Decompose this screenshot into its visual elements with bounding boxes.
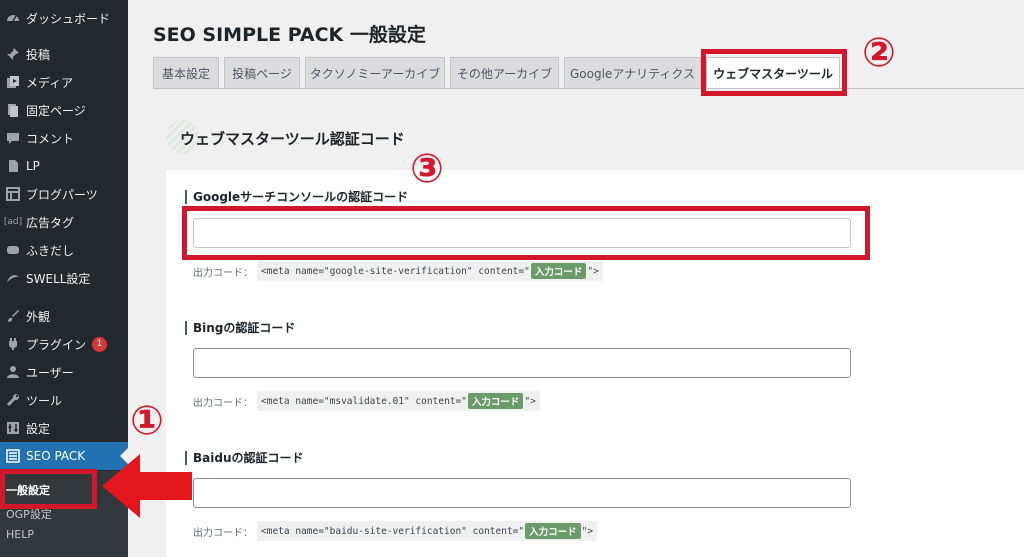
main-content: SEO SIMPLE PACK 一般設定 基本設定 投稿ページ タクソノミーアー… — [128, 0, 1024, 557]
code-before: <meta name="google-site-verification" co… — [261, 265, 530, 277]
sidebar-item-comments[interactable]: コメント — [0, 124, 128, 152]
sidebar-item-label: ふきだし — [26, 243, 75, 258]
page-title: SEO SIMPLE PACK 一般設定 — [153, 24, 426, 46]
sidebar-item-lp[interactable]: LP — [0, 152, 128, 180]
sidebar-item-dashboard[interactable]: ダッシュボード — [0, 4, 128, 32]
output-code-label: 出力コード： — [193, 397, 253, 409]
code-before: <meta name="baidu-site-verification" con… — [261, 525, 525, 537]
google-output-code: 出力コード： <meta name="google-site-verificat… — [193, 261, 603, 281]
submenu-item-help[interactable]: HELP — [6, 528, 34, 541]
input-code-tag: 入力コード — [530, 263, 587, 279]
tab-taxonomy-archive[interactable]: タクソノミーアーカイブ — [305, 57, 445, 89]
sidebar-item-label: コメント — [26, 131, 75, 146]
list-icon — [0, 449, 26, 463]
pin-icon — [0, 47, 26, 61]
step-number-2: ② — [862, 30, 896, 76]
sidebar-item-plugins[interactable]: プラグイン 1 — [0, 330, 128, 358]
swell-icon — [0, 271, 26, 285]
sidebar-item-posts[interactable]: 投稿 — [0, 40, 128, 68]
baidu-verification-input[interactable] — [193, 478, 851, 508]
sidebar-item-label: 固定ページ — [26, 103, 86, 118]
red-arrow-icon — [102, 454, 192, 518]
sidebar-item-blog-parts[interactable]: ブログパーツ — [0, 180, 128, 208]
output-code-snippet: <meta name="google-site-verification" co… — [257, 261, 603, 281]
sidebar-item-label: SEO PACK — [26, 449, 86, 463]
code-after: "> — [587, 265, 599, 277]
user-icon — [0, 365, 26, 379]
sidebar-item-appearance[interactable]: 外観 — [0, 302, 128, 330]
highlight-google-input — [182, 206, 870, 260]
output-code-label: 出力コード： — [193, 267, 253, 279]
page-icon — [0, 103, 26, 117]
input-code-tag: 入力コード — [525, 523, 581, 539]
grid-icon — [0, 187, 26, 201]
sidebar-item-label: 広告タグ — [26, 215, 75, 230]
sidebar-item-label: ツール — [26, 393, 63, 408]
comment-icon — [0, 131, 26, 145]
sidebar-item-label: SWELL設定 — [26, 271, 91, 286]
sidebar-item-label: 設定 — [26, 421, 51, 436]
sidebar-item-label: ブログパーツ — [26, 187, 98, 202]
code-after: "> — [581, 525, 594, 537]
sidebar-item-users[interactable]: ユーザー — [0, 358, 128, 386]
input-code-tag: 入力コード — [467, 393, 524, 409]
bing-output-code: 出力コード： <meta name="msvalidate.01" conten… — [193, 391, 540, 411]
wrench-icon — [0, 393, 26, 407]
output-code-label: 出力コード： — [193, 527, 253, 539]
sidebar-item-label: ユーザー — [26, 365, 74, 380]
plugin-icon — [0, 337, 26, 351]
sidebar-item-label: LP — [26, 159, 40, 173]
sidebar-item-ad-tag[interactable]: [ad] 広告タグ — [0, 208, 128, 236]
speech-bubble-icon — [0, 243, 26, 257]
baidu-verification-label: Baiduの認証コード — [185, 451, 304, 465]
code-after: "> — [524, 395, 536, 407]
sidebar-item-pages[interactable]: 固定ページ — [0, 96, 128, 124]
settings-icon — [0, 421, 26, 435]
output-code-snippet: <meta name="baidu-site-verification" con… — [257, 521, 598, 541]
sidebar-item-label: プラグイン — [26, 337, 87, 352]
tab-google-analytics[interactable]: Googleアナリティクス — [564, 57, 701, 89]
code-before: <meta name="msvalidate.01" content=" — [261, 395, 467, 407]
output-code-snippet: <meta name="msvalidate.01" content=" 入力コ… — [257, 391, 540, 411]
bing-verification-input[interactable] — [193, 348, 851, 378]
media-icon — [0, 75, 26, 89]
section-title: ウェブマスターツール認証コード — [180, 130, 405, 148]
step-number-3: ③ — [410, 146, 444, 192]
baidu-output-code: 出力コード： <meta name="baidu-site-verificati… — [193, 521, 598, 541]
dashboard-icon — [0, 11, 26, 25]
sidebar-item-media[interactable]: メディア — [0, 68, 128, 96]
sidebar-item-label: 外観 — [26, 309, 51, 324]
bing-verification-label: Bingの認証コード — [185, 321, 295, 335]
sidebar-item-label: ダッシュボード — [26, 11, 111, 26]
ad-icon: [ad] — [3, 217, 23, 227]
google-verification-label: Googleサーチコンソールの認証コード — [185, 190, 408, 204]
tab-basic-settings[interactable]: 基本設定 — [153, 57, 219, 89]
tabs-divider — [153, 88, 1024, 89]
sidebar-item-fukidashi[interactable]: ふきだし — [0, 236, 128, 264]
highlight-general-settings — [0, 469, 97, 509]
tab-post-page[interactable]: 投稿ページ — [224, 57, 300, 89]
update-count-badge: 1 — [92, 336, 108, 352]
paintbrush-icon — [0, 309, 26, 323]
sidebar-item-label: メディア — [26, 75, 74, 90]
sidebar-item-tools[interactable]: ツール — [0, 386, 128, 414]
sidebar-item-settings[interactable]: 設定 — [0, 414, 128, 442]
page-icon — [0, 159, 26, 173]
step-number-1: ① — [130, 398, 164, 444]
tab-other-archive[interactable]: その他アーカイブ — [450, 57, 559, 89]
highlight-webmaster-tab — [701, 49, 847, 96]
sidebar-item-swell-settings[interactable]: SWELL設定 — [0, 264, 128, 292]
sidebar-item-label: 投稿 — [26, 47, 51, 62]
